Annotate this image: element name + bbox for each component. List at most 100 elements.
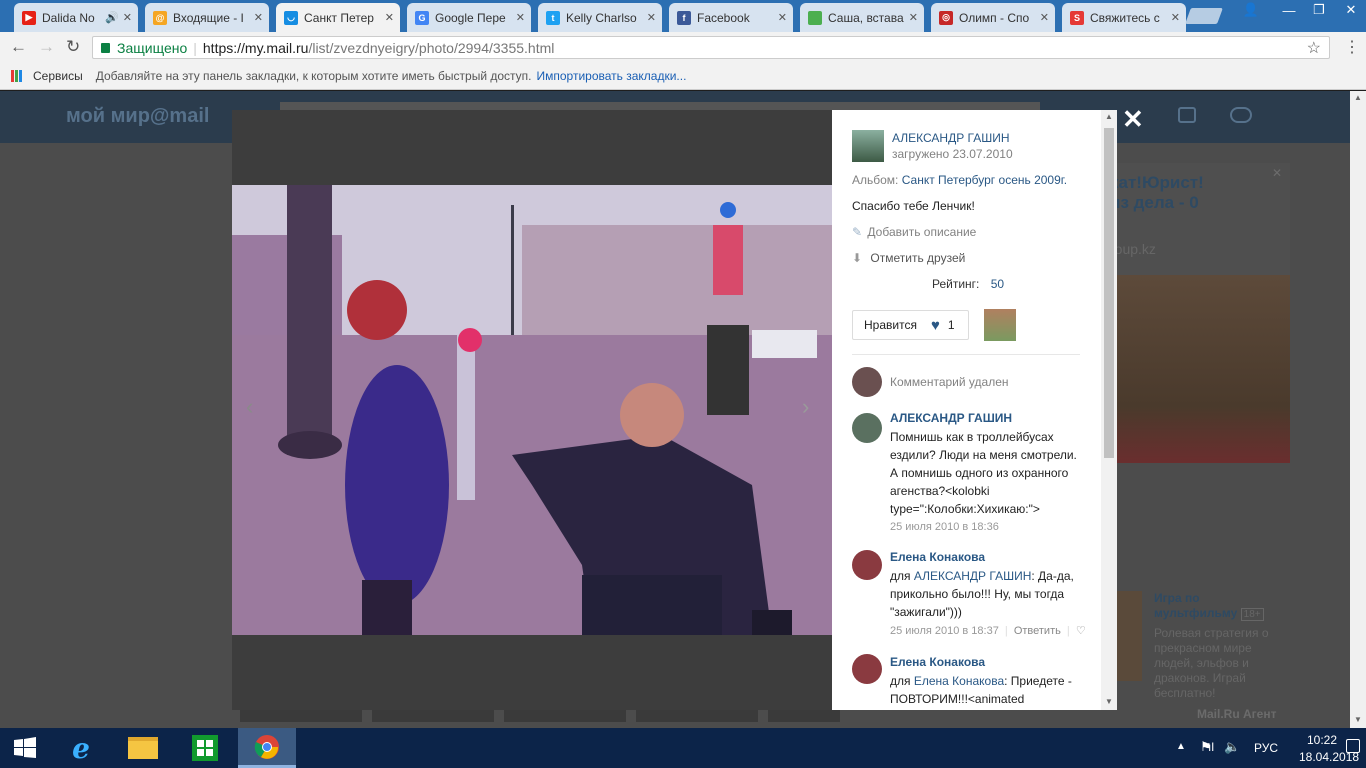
thumb-strip [240,710,840,722]
back-icon[interactable]: ← [10,37,27,57]
like-button[interactable]: Нравится ♥ 1 [852,310,969,340]
site-logo[interactable]: мой мир@mail [66,105,209,128]
speaker-icon[interactable]: 🔊 [105,11,119,24]
author-name[interactable]: АЛЕКСАНДР ГАШИН [892,131,1010,145]
tab-mymir[interactable]: ◡ Санкт Петер ✕ [276,3,400,32]
scroll-down-arrow[interactable]: ▼ [1354,715,1362,724]
comment-avatar[interactable] [852,550,882,580]
tab-google-translate[interactable]: G Google Пере ✕ [407,3,531,32]
comment-author[interactable]: Елена Конакова [890,655,985,669]
close-tab-icon[interactable]: ✕ [516,11,525,24]
internet-explorer-icon[interactable]: e [56,728,106,768]
comment-avatar[interactable] [852,654,882,684]
ad-close-icon[interactable]: ✕ [1272,166,1282,180]
author-avatar[interactable] [852,130,884,162]
network-icon[interactable]: ıl [1208,740,1214,754]
tab-contact[interactable]: S Свяжитесь с ✕ [1062,3,1186,32]
secure-label: Защищено [117,39,188,56]
game-thumb[interactable] [1116,591,1142,681]
scroll-up-arrow[interactable]: ▲ [1105,112,1113,121]
apps-icon[interactable] [11,69,23,82]
comment-avatar[interactable] [852,367,882,397]
next-arrow-icon[interactable]: › [802,394,809,420]
page-scrollbar[interactable]: ▲ ▼ [1350,91,1366,728]
bookmarks-hint: Добавляйте на эту панель закладки, к кот… [95,68,532,83]
new-tab-button[interactable] [1185,8,1223,24]
ad-title-1[interactable]: кат!Юрист! [1110,173,1204,193]
photo-metro-sign [720,202,736,218]
chrome-taskbar-icon[interactable] [238,728,296,768]
close-viewer-icon[interactable]: ✕ [1122,106,1144,132]
heart-icon: ♥ [930,316,940,334]
add-description[interactable]: ✎ Добавить описание [852,225,976,239]
tab-facebook[interactable]: f Facebook ✕ [669,3,793,32]
tab-title: Олимп - Спо [959,10,1030,25]
album-link[interactable]: Санкт Петербург осень 2009г. [902,173,1067,187]
liker-avatar[interactable] [984,309,1016,341]
like-comment-icon[interactable]: ♡ [1076,625,1086,637]
game-title[interactable]: Игра по мультфильму 18+ [1154,591,1274,622]
agent-bar[interactable]: Mail.Ru Агент [1140,703,1290,728]
minimize-button[interactable]: — [1274,0,1304,20]
windows-start-icon[interactable] [0,728,50,768]
address-bar[interactable]: Защищено | https://my.mail.ru/list/zvezd… [92,36,1330,59]
language-indicator[interactable]: РУС [1254,741,1278,755]
close-tab-icon[interactable]: ✕ [385,11,394,24]
file-explorer-icon[interactable] [118,728,168,768]
import-bookmarks-link[interactable]: Импортировать закладки... [537,69,687,83]
menu-icon[interactable]: ⋮ [1344,37,1360,57]
restore-button[interactable]: ❐ [1304,0,1334,20]
reply-link[interactable]: Ответить [1014,625,1061,637]
rating-value[interactable]: 50 [991,277,1004,291]
volume-icon[interactable]: 🔈 [1224,739,1240,755]
taskbar: e ▲ ⚑ ıl 🔈 РУС 10:22 18.04.2018 [0,728,1366,768]
star-icon[interactable]: ☆ [1307,38,1321,58]
tag-friends-label[interactable]: Отметить друзей [870,251,965,265]
panel-scrollbar[interactable]: ▲ ▼ [1101,110,1117,710]
add-description-label[interactable]: Добавить описание [867,225,976,239]
photo-woman-coat [345,365,449,605]
s-brand-icon: S [1070,10,1084,25]
close-tab-icon[interactable]: ✕ [909,11,918,24]
comment-to-link[interactable]: Елена Конакова [914,674,1004,688]
ad-title-2[interactable]: из дела - 0 [1110,193,1199,213]
comment-to-link[interactable]: АЛЕКСАНДР ГАШИН [914,569,1032,583]
comment-author[interactable]: АЛЕКСАНДР ГАШИН [890,411,1012,425]
tab-sasha[interactable]: Саша, встава ✕ [800,3,924,32]
close-tab-icon[interactable]: ✕ [1171,11,1180,24]
tray-up-arrow-icon[interactable]: ▲ [1176,741,1186,752]
tab-inbox[interactable]: @ Входящие - I ✕ [145,3,269,32]
photo-bouquet [457,335,475,500]
tag-friends[interactable]: ⬇ Отметить друзей [852,251,965,265]
album-label: Альбом: [852,173,899,187]
comment-avatar[interactable] [852,413,882,443]
notifications-center-icon[interactable] [1346,739,1360,753]
game-title-text[interactable]: Игра по мультфильму [1154,591,1237,620]
store-icon[interactable] [180,728,230,768]
panel-scrollbar-thumb[interactable] [1104,128,1114,458]
close-window-button[interactable]: ✕ [1336,0,1366,20]
games-icon[interactable] [1230,107,1252,123]
notifications-icon[interactable] [1178,107,1196,123]
scroll-down-arrow[interactable]: ▼ [1105,697,1113,706]
close-tab-icon[interactable]: ✕ [254,11,263,24]
close-tab-icon[interactable]: ✕ [647,11,656,24]
forward-icon[interactable]: → [38,37,55,57]
comment-body: для АЛЕКСАНДР ГАШИН: Да-да, прикольно бы… [890,567,1080,621]
tab-twitter[interactable]: t Kelly Charlso ✕ [538,3,662,32]
profile-icon[interactable]: 👤 [1236,0,1266,20]
tab-olimp[interactable]: ◎ Олимп - Спо ✕ [931,3,1055,32]
prev-arrow-icon[interactable]: ‹ [246,394,253,420]
apps-label[interactable]: Сервисы [33,69,83,83]
scroll-up-arrow[interactable]: ▲ [1354,93,1362,102]
reload-icon[interactable]: ↻ [66,37,80,57]
close-tab-icon[interactable]: ✕ [1040,11,1049,24]
close-tab-icon[interactable]: ✕ [123,11,132,24]
photo[interactable] [232,185,832,635]
ad-image[interactable] [1110,275,1290,463]
clock-time[interactable]: 10:22 [1307,733,1337,747]
comment-author[interactable]: Елена Конакова [890,550,985,564]
photo-flowers [458,328,482,352]
close-tab-icon[interactable]: ✕ [778,11,787,24]
tab-youtube[interactable]: ▶ Dalida No 🔊 ✕ [14,3,138,32]
